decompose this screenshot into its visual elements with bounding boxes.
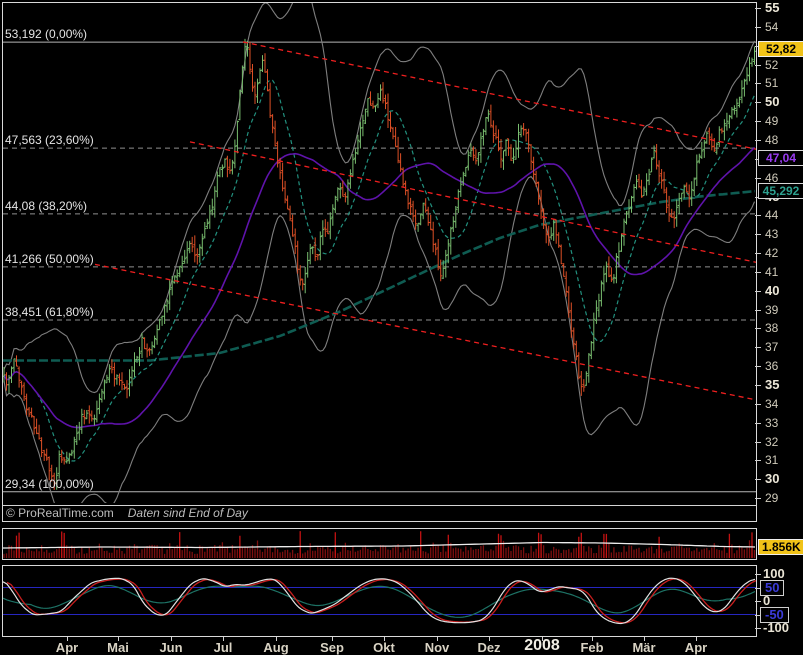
month-label: Aug bbox=[263, 641, 288, 655]
price-axis-tick bbox=[755, 121, 761, 122]
price-axis-label: 37 bbox=[765, 341, 778, 353]
price-axis-label: 33 bbox=[765, 417, 778, 429]
price-axis-tick bbox=[755, 498, 761, 499]
price-axis-tick bbox=[755, 404, 761, 405]
price-axis-tick bbox=[755, 272, 761, 273]
price-axis-tick bbox=[755, 347, 761, 348]
price-axis-label: 55 bbox=[765, 2, 779, 14]
price-axis-label: 35 bbox=[765, 379, 779, 391]
fib-level-label: 38,451 (61,80%) bbox=[5, 306, 94, 319]
credit-bar: © ProRealTime.com Daten sind End of Day bbox=[3, 505, 756, 521]
price-axis-label: 52 bbox=[765, 59, 778, 71]
price-axis-label: 48 bbox=[765, 134, 778, 146]
price-axis-label: 54 bbox=[765, 21, 778, 33]
oscillator-chart-surface[interactable] bbox=[3, 566, 756, 636]
price-axis-label: 44 bbox=[765, 209, 778, 221]
price-axis-tick bbox=[755, 178, 761, 179]
price-axis-label: 42 bbox=[765, 247, 778, 259]
price-axis-tick bbox=[755, 310, 761, 311]
price-axis-label: 30 bbox=[765, 473, 779, 485]
ohlc-bars bbox=[3, 39, 756, 490]
price-axis-label: 34 bbox=[765, 398, 778, 410]
price-axis-label: 43 bbox=[765, 228, 778, 240]
long-term-ma-line bbox=[3, 191, 755, 360]
price-axis-tick bbox=[755, 366, 761, 367]
price-axis-label: 36 bbox=[765, 360, 778, 372]
price-axis-label: 32 bbox=[765, 436, 778, 448]
price-axis-tick bbox=[755, 140, 761, 141]
price-badge-last: 52,82 bbox=[758, 41, 803, 57]
month-label: Mai bbox=[107, 641, 129, 655]
bollinger-bands bbox=[4, 3, 755, 503]
price-axis-tick bbox=[755, 102, 761, 103]
price-panel[interactable]: 53,192 (0,00%) 47,563 (23,60%) 44,08 (38,2… bbox=[2, 2, 757, 522]
month-label: Dez bbox=[477, 641, 500, 655]
oscillator-axis-label: -100 bbox=[763, 621, 789, 634]
price-axis-label: 41 bbox=[765, 266, 778, 278]
month-label: Apr bbox=[56, 641, 78, 655]
oscillator-axis-tick bbox=[755, 574, 761, 575]
volume-ma-line bbox=[3, 543, 755, 549]
oscillator-axis-label: 100 bbox=[763, 567, 785, 580]
volume-last-badge: 1.856K bbox=[758, 539, 803, 555]
month-label: Apr bbox=[685, 641, 707, 655]
fib-level-label: 29,34 (100,00%) bbox=[5, 478, 94, 491]
price-axis-label: 39 bbox=[765, 304, 778, 316]
price-badge-purple: 47,04 bbox=[758, 150, 803, 166]
month-label: Okt bbox=[373, 641, 395, 655]
price-axis-tick bbox=[755, 423, 761, 424]
price-axis-label: 31 bbox=[765, 454, 778, 466]
price-axis-tick bbox=[755, 460, 761, 461]
price-axis-tick bbox=[755, 253, 761, 254]
oscillator-main-line bbox=[3, 578, 755, 623]
short-ma-line bbox=[4, 80, 755, 461]
data-mode-note: Daten sind End of Day bbox=[128, 506, 248, 520]
price-axis-tick bbox=[755, 65, 761, 66]
month-label: Jun bbox=[159, 641, 182, 655]
price-axis-tick bbox=[755, 328, 761, 329]
price-axis-label: 38 bbox=[765, 322, 778, 334]
month-label: Mär bbox=[632, 641, 655, 655]
month-label: Feb bbox=[580, 641, 603, 655]
month-label: Nov bbox=[425, 641, 450, 655]
price-axis-tick bbox=[755, 83, 761, 84]
volume-panel[interactable] bbox=[2, 528, 757, 560]
volume-bars bbox=[4, 540, 755, 558]
price-badge-teal: 45,292 bbox=[758, 183, 803, 199]
price-axis-tick bbox=[755, 442, 761, 443]
trendlines[interactable] bbox=[95, 42, 756, 400]
price-axis-tick bbox=[755, 479, 761, 480]
oscillator-axis-tick bbox=[755, 601, 761, 602]
chart-window: 53,192 (0,00%) 47,563 (23,60%) 44,08 (38,2… bbox=[0, 0, 803, 655]
volume-chart-surface[interactable] bbox=[3, 529, 756, 559]
price-axis-label: 29 bbox=[765, 492, 778, 504]
oscillator-slow-line bbox=[3, 586, 755, 618]
price-axis-label: 40 bbox=[765, 285, 779, 297]
price-axis-tick bbox=[755, 215, 761, 216]
fib-level-label: 41,266 (50,00%) bbox=[5, 253, 94, 266]
fib-level-label: 53,192 (0,00%) bbox=[5, 28, 87, 41]
price-axis-label: 49 bbox=[765, 115, 778, 127]
price-axis-tick bbox=[755, 385, 761, 386]
month-label-year: 2008 bbox=[524, 639, 560, 653]
provider-credit: © ProRealTime.com bbox=[6, 506, 114, 520]
oscillator-signal-line bbox=[7, 579, 756, 623]
price-axis-tick bbox=[755, 234, 761, 235]
price-axis-tick bbox=[755, 8, 761, 9]
oscillator-axis-tick bbox=[755, 628, 761, 629]
fib-level-label: 44,08 (38,20%) bbox=[5, 200, 87, 213]
price-axis-tick bbox=[755, 27, 761, 28]
month-label: Jul bbox=[214, 641, 233, 655]
price-axis-label: 51 bbox=[765, 77, 778, 89]
price-chart-surface[interactable] bbox=[3, 3, 756, 503]
month-label: Sep bbox=[320, 641, 344, 655]
fib-level-label: 47,563 (23,60%) bbox=[5, 134, 94, 147]
price-axis-label: 50 bbox=[765, 96, 779, 108]
oscillator-axis-label: 0 bbox=[763, 594, 770, 607]
oscillator-panel[interactable] bbox=[2, 565, 757, 637]
price-axis-tick bbox=[755, 291, 761, 292]
